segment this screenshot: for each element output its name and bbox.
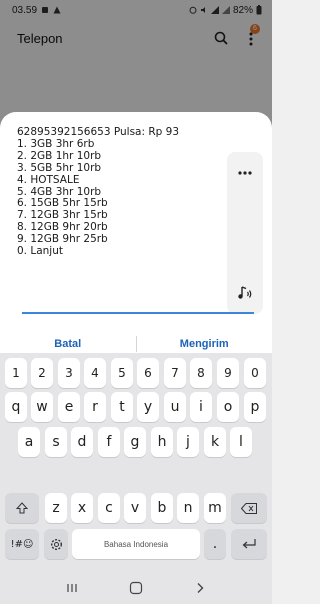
backspace-key[interactable] (231, 493, 267, 523)
backspace-icon (241, 502, 257, 514)
settings-icon (50, 538, 62, 550)
cancel-button[interactable]: Batal (0, 338, 136, 350)
back-chevron-icon[interactable] (194, 582, 206, 594)
keyboard-row-4: !#☺ Bahasa Indonesia . (0, 529, 272, 559)
key[interactable]: x (71, 493, 93, 523)
keyboard-row-3: z x c v b n m (0, 493, 272, 523)
key[interactable]: 3 (58, 358, 80, 388)
key[interactable]: 4 (84, 358, 106, 388)
key[interactable]: h (151, 427, 173, 457)
voice-input-icon[interactable] (236, 284, 254, 302)
send-button[interactable]: Mengirim (137, 338, 273, 350)
key[interactable]: d (71, 427, 93, 457)
key[interactable]: q (5, 392, 27, 422)
symbols-key[interactable]: !#☺ (5, 529, 39, 559)
home-icon[interactable] (129, 581, 143, 595)
key[interactable]: e (58, 392, 80, 422)
navigation-bar (0, 572, 272, 604)
key[interactable]: z (45, 493, 67, 523)
key[interactable]: 8 (190, 358, 212, 388)
period-key[interactable]: . (204, 529, 226, 559)
key[interactable]: l (230, 427, 252, 457)
keyboard-row-2: a s d f g h j k l (0, 427, 272, 457)
key[interactable]: m (204, 493, 226, 523)
ussd-message: 62895392156653 Pulsa: Rp 93 1. 3GB 3hr 6… (17, 126, 180, 258)
shift-key[interactable] (5, 493, 39, 523)
recent-apps-icon[interactable] (66, 582, 78, 594)
key[interactable]: r (84, 392, 106, 422)
key[interactable]: i (190, 392, 212, 422)
key[interactable]: o (217, 392, 239, 422)
key[interactable]: 9 (217, 358, 239, 388)
key[interactable]: 7 (164, 358, 186, 388)
key[interactable]: 1 (5, 358, 27, 388)
key[interactable]: b (151, 493, 173, 523)
keyboard-number-row: 1 2 3 4 5 6 7 8 9 0 (0, 358, 272, 388)
key[interactable]: s (45, 427, 67, 457)
key[interactable]: j (177, 427, 199, 457)
key[interactable]: f (98, 427, 120, 457)
key[interactable]: k (204, 427, 226, 457)
enter-icon (242, 539, 256, 549)
ussd-reply-input[interactable] (22, 312, 254, 314)
key[interactable]: 2 (31, 358, 53, 388)
key[interactable]: t (111, 392, 133, 422)
ussd-dialog: 62895392156653 Pulsa: Rp 93 1. 3GB 3hr 6… (0, 112, 272, 370)
key[interactable]: v (124, 493, 146, 523)
keyboard-row-1: q w e r t y u i o p (0, 392, 272, 422)
key[interactable]: 5 (111, 358, 133, 388)
key[interactable]: a (18, 427, 40, 457)
key[interactable]: 0 (244, 358, 266, 388)
more-horiz-icon[interactable] (236, 167, 254, 179)
key[interactable]: g (124, 427, 146, 457)
key[interactable]: c (98, 493, 120, 523)
key[interactable]: p (244, 392, 266, 422)
key[interactable]: n (177, 493, 199, 523)
shift-icon (16, 502, 28, 514)
keyboard-settings-key[interactable] (44, 529, 68, 559)
key[interactable]: u (164, 392, 186, 422)
key[interactable]: y (137, 392, 159, 422)
on-screen-keyboard: 1 2 3 4 5 6 7 8 9 0 q w e r t y u i o p … (0, 353, 272, 604)
enter-key[interactable] (231, 529, 267, 559)
space-key[interactable]: Bahasa Indonesia (72, 529, 200, 559)
key[interactable]: w (31, 392, 53, 422)
key[interactable]: 6 (137, 358, 159, 388)
